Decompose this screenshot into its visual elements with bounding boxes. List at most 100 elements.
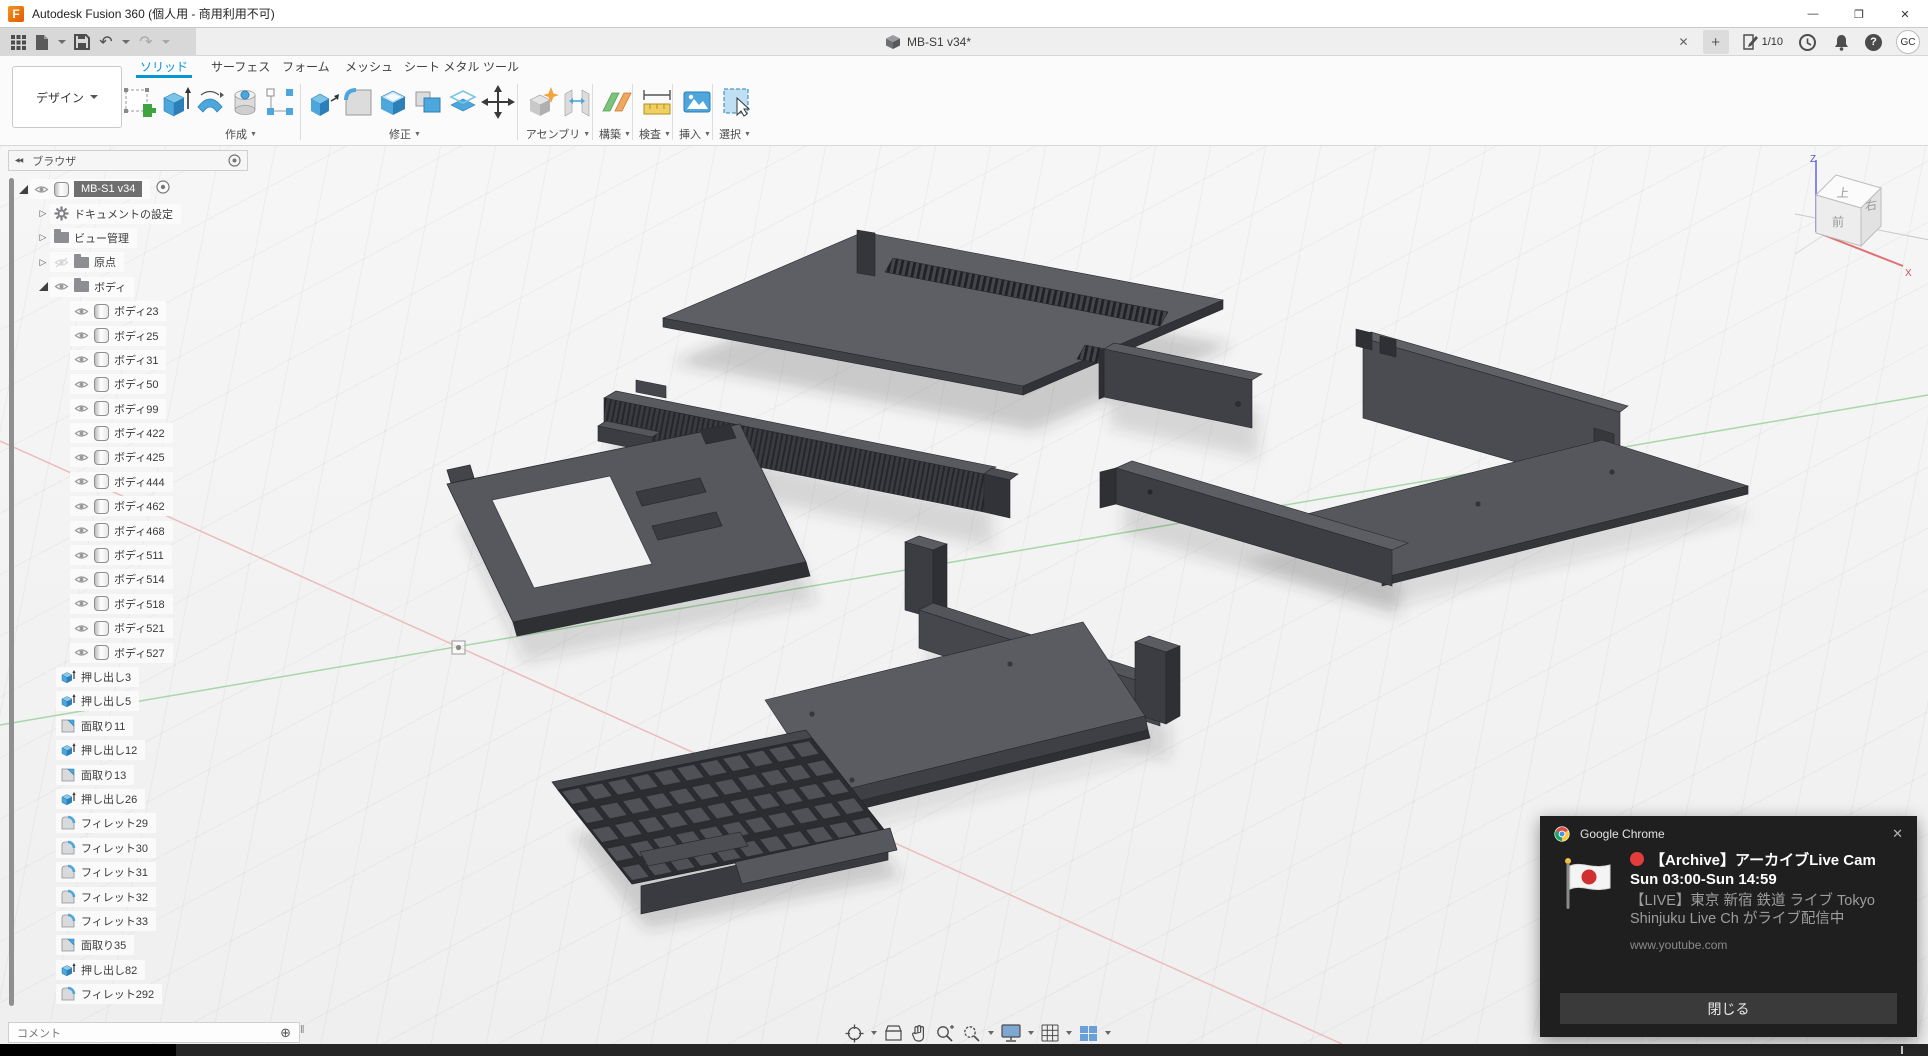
tree-row-body[interactable]: ボディ425 <box>70 445 318 469</box>
view-cube[interactable]: 上 前 右 Z X <box>1795 150 1928 290</box>
visibility-eye-icon[interactable] <box>74 550 89 561</box>
redo-caret[interactable] <box>162 40 170 44</box>
close-button[interactable]: ✕ <box>1882 0 1928 28</box>
zoom-icon[interactable] <box>935 1024 954 1043</box>
redo-icon[interactable]: ↷ <box>136 32 156 52</box>
tree-row-feature[interactable]: 面取り13 <box>56 762 318 786</box>
visibility-eye-icon[interactable] <box>74 403 89 414</box>
group-label-assemble[interactable]: アセンブリ▼ <box>526 126 590 142</box>
visibility-eye-icon[interactable] <box>34 184 49 195</box>
tree-row-body[interactable]: ボディ31 <box>70 348 318 372</box>
job-status-icon[interactable] <box>1797 32 1817 52</box>
tree-row-body[interactable]: ボディ25 <box>70 323 318 347</box>
tree-row-body[interactable]: ボディ468 <box>70 518 318 542</box>
user-avatar[interactable]: GC <box>1896 30 1920 54</box>
grid-snap-icon[interactable] <box>1041 1024 1059 1042</box>
tree-row-body[interactable]: ボディ521 <box>70 616 318 640</box>
create-sketch-button[interactable] <box>121 82 159 122</box>
group-label-insert[interactable]: 挿入▼ <box>679 126 711 142</box>
hole-button[interactable] <box>226 82 264 122</box>
press-pull-button[interactable] <box>304 82 342 122</box>
new-component-button[interactable] <box>523 82 561 122</box>
tree-row-document-settings[interactable]: ▷ ドキュメントの設定 <box>36 201 318 225</box>
visibility-eye-icon[interactable] <box>74 428 89 439</box>
group-label-construct[interactable]: 構築▼ <box>599 126 631 142</box>
app-grid-icon[interactable] <box>8 32 28 52</box>
visibility-eye-icon[interactable] <box>74 598 89 609</box>
grid-snap-caret-icon[interactable] <box>1066 1031 1072 1035</box>
document-tab[interactable]: MB-S1 v34* <box>885 28 971 56</box>
tree-row-feature[interactable]: フィレット29 <box>56 811 318 835</box>
notifications-bell-icon[interactable] <box>1831 32 1851 52</box>
tree-row-body[interactable]: ボディ518 <box>70 592 318 616</box>
pan-icon[interactable] <box>910 1024 928 1042</box>
display-toggle-icon[interactable] <box>228 154 241 167</box>
maximize-button[interactable]: ❐ <box>1836 0 1882 28</box>
visibility-eye-icon[interactable] <box>74 476 89 487</box>
collapse-panel-icon[interactable]: ◀◀ <box>15 157 22 164</box>
part-bottom-tray[interactable] <box>1100 428 1748 586</box>
tree-row-feature[interactable]: 押し出し82 <box>56 958 318 982</box>
new-tab-button[interactable]: + <box>1703 30 1729 54</box>
add-comment-icon[interactable]: ⊕ <box>280 1025 291 1041</box>
chrome-notification[interactable]: Google Chrome ✕ 【Archive】アーカイブLive Cam S… <box>1540 816 1917 1037</box>
visibility-eye-icon[interactable] <box>74 330 89 341</box>
undo-caret[interactable] <box>122 40 130 44</box>
tree-row-body[interactable]: ボディ514 <box>70 567 318 591</box>
look-at-icon[interactable] <box>884 1025 903 1042</box>
tree-row-feature[interactable]: 押し出し3 <box>56 665 318 689</box>
browser-header[interactable]: ◀◀ ブラウザ <box>8 150 248 171</box>
browser-scrollbar[interactable] <box>9 178 14 1006</box>
tree-row-body[interactable]: ボディ462 <box>70 494 318 518</box>
activate-radio-icon[interactable] <box>156 180 170 199</box>
notification-dismiss-button[interactable]: 閉じる <box>1560 993 1897 1024</box>
tree-row-body[interactable]: ボディ422 <box>70 421 318 445</box>
group-label-inspect[interactable]: 検査▼ <box>639 126 671 142</box>
visibility-eye-icon[interactable] <box>74 501 89 512</box>
tree-row-bodies-folder[interactable]: ボディ <box>36 275 318 299</box>
tab-close-icon[interactable]: ✕ <box>1679 35 1689 49</box>
visibility-eye-icon[interactable] <box>54 281 69 292</box>
tree-row-feature[interactable]: フィレット33 <box>56 909 318 933</box>
select-button[interactable] <box>718 82 756 122</box>
ribbon-tab-mesh[interactable]: メッシュ <box>345 58 393 75</box>
tree-row-feature[interactable]: 押し出し26 <box>56 787 318 811</box>
group-label-select[interactable]: 選択▼ <box>719 126 751 142</box>
visibility-eye-icon[interactable] <box>74 525 89 536</box>
tree-row-feature[interactable]: フィレット32 <box>56 884 318 908</box>
insert-button[interactable] <box>678 82 716 122</box>
tree-row-body[interactable]: ボディ50 <box>70 372 318 396</box>
tree-row-body[interactable]: ボディ527 <box>70 640 318 664</box>
joint-button[interactable] <box>558 82 596 122</box>
visibility-eye-icon[interactable] <box>74 647 89 658</box>
minimize-button[interactable]: — <box>1790 0 1836 28</box>
combine-button[interactable] <box>409 82 447 122</box>
file-menu-caret[interactable] <box>58 40 66 44</box>
origin-marker[interactable] <box>452 641 465 654</box>
version-indicator[interactable]: 1/10 <box>1743 34 1783 50</box>
display-settings-icon[interactable] <box>1001 1024 1021 1042</box>
extrude-button[interactable] <box>156 82 194 122</box>
visibility-eye-icon[interactable] <box>74 306 89 317</box>
ribbon-tab-surface[interactable]: サーフェス <box>211 58 270 75</box>
ribbon-tab-sheetmetal[interactable]: シート メタル <box>404 58 479 75</box>
tree-row-origin[interactable]: ▷ 原点 <box>36 250 318 274</box>
move-copy-button[interactable] <box>479 82 517 122</box>
tree-row-view-management[interactable]: ▷ ビュー管理 <box>36 226 318 250</box>
zoom-window-icon[interactable] <box>961 1024 981 1043</box>
construct-plane-button[interactable] <box>598 82 636 122</box>
ribbon-tab-tools[interactable]: ツール <box>483 58 519 75</box>
tree-row-feature[interactable]: フィレット31 <box>56 860 318 884</box>
tree-row-body[interactable]: ボディ444 <box>70 470 318 494</box>
shell-button[interactable] <box>374 82 412 122</box>
visibility-eye-icon[interactable] <box>74 354 89 365</box>
group-label-modify[interactable]: 修正▼ <box>389 126 421 142</box>
ribbon-tab-form[interactable]: フォーム <box>282 58 330 75</box>
comment-bar[interactable]: コメント ⊕ <box>8 1022 300 1043</box>
measure-button[interactable] <box>638 82 676 122</box>
fillet-button[interactable] <box>339 82 377 122</box>
ribbon-tab-solid[interactable]: ソリッド <box>140 58 188 75</box>
save-icon[interactable] <box>72 32 92 52</box>
undo-icon[interactable]: ↶ <box>96 32 116 52</box>
viewports-icon[interactable] <box>1079 1025 1098 1042</box>
